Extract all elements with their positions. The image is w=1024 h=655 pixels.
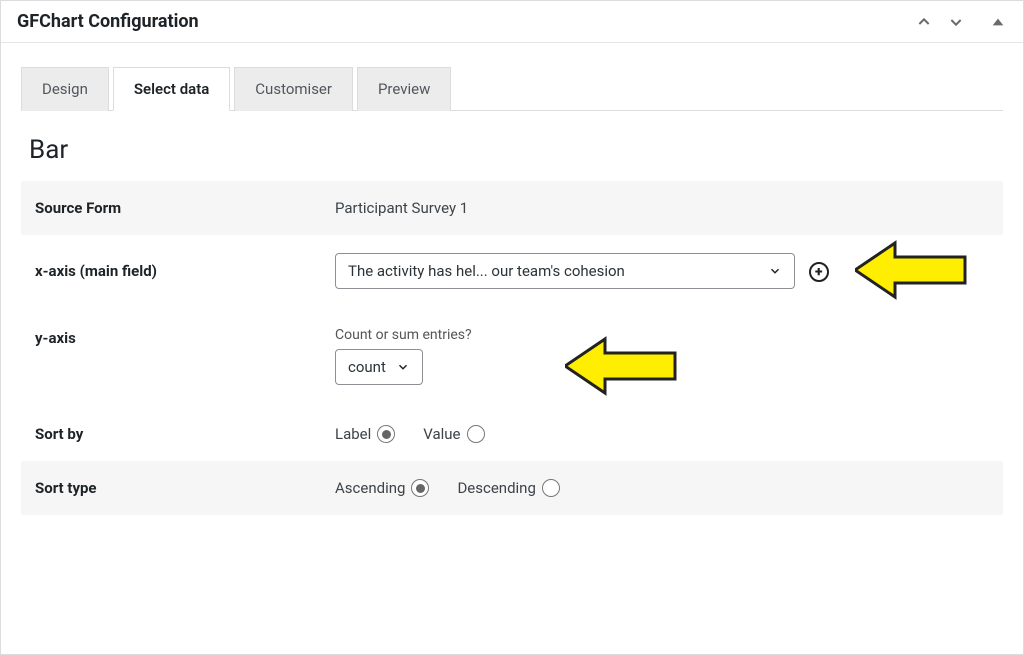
tab-select-data[interactable]: Select data	[113, 67, 230, 111]
plus-icon: +	[809, 262, 829, 282]
caret-up-icon[interactable]	[989, 13, 1007, 31]
radio-icon	[377, 425, 395, 443]
panel-header: GFChart Configuration	[1, 1, 1023, 43]
sort-type-ascending-option[interactable]: Ascending	[335, 479, 429, 497]
annotation-arrow-icon	[855, 235, 975, 305]
row-label: Sort by	[35, 425, 335, 443]
sort-by-value-option[interactable]: Value	[423, 425, 484, 443]
source-form-value: Participant Survey 1	[335, 199, 989, 217]
y-axis-selected-label: count	[348, 358, 386, 376]
x-axis-select[interactable]: The activity has hel... our team's cohes…	[335, 253, 795, 289]
tab-customiser[interactable]: Customiser	[234, 67, 353, 111]
radio-label: Ascending	[335, 479, 405, 497]
row-label: x-axis (main field)	[35, 262, 335, 280]
panel-header-controls	[915, 13, 1007, 31]
radio-icon	[467, 425, 485, 443]
row-sort-type: Sort type Ascending Descending	[21, 461, 1003, 515]
radio-label: Value	[423, 425, 460, 443]
tab-design[interactable]: Design	[21, 67, 109, 111]
row-label: y-axis	[35, 327, 335, 347]
add-field-button[interactable]: +	[809, 262, 829, 282]
chevron-down-icon	[768, 264, 782, 278]
x-axis-selected-label: The activity has hel... our team's cohes…	[348, 262, 625, 280]
tab-preview[interactable]: Preview	[357, 67, 451, 111]
row-label: Source Form	[35, 199, 335, 217]
y-axis-sublabel: Count or sum entries?	[335, 327, 989, 343]
sort-type-radio-group: Ascending Descending	[335, 479, 560, 497]
section-heading: Bar	[29, 135, 1003, 165]
sort-type-descending-option[interactable]: Descending	[457, 479, 559, 497]
radio-icon	[411, 479, 429, 497]
row-label: Sort type	[35, 479, 335, 497]
radio-label: Descending	[457, 479, 535, 497]
row-sort-by: Sort by Label Value	[21, 407, 1003, 461]
sort-by-label-option[interactable]: Label	[335, 425, 395, 443]
chevron-up-icon[interactable]	[915, 13, 933, 31]
row-source-form: Source Form Participant Survey 1	[21, 181, 1003, 235]
tabs: Design Select data Customiser Preview	[21, 67, 1003, 111]
radio-icon	[542, 479, 560, 497]
sort-by-radio-group: Label Value	[335, 425, 485, 443]
chevron-down-icon	[396, 360, 410, 374]
chevron-down-icon[interactable]	[947, 13, 965, 31]
row-x-axis: x-axis (main field) The activity has hel…	[21, 235, 1003, 307]
row-y-axis: y-axis Count or sum entries? count	[21, 307, 1003, 407]
radio-label: Label	[335, 425, 371, 443]
panel-title: GFChart Configuration	[17, 11, 915, 32]
y-axis-select[interactable]: count	[335, 349, 423, 385]
